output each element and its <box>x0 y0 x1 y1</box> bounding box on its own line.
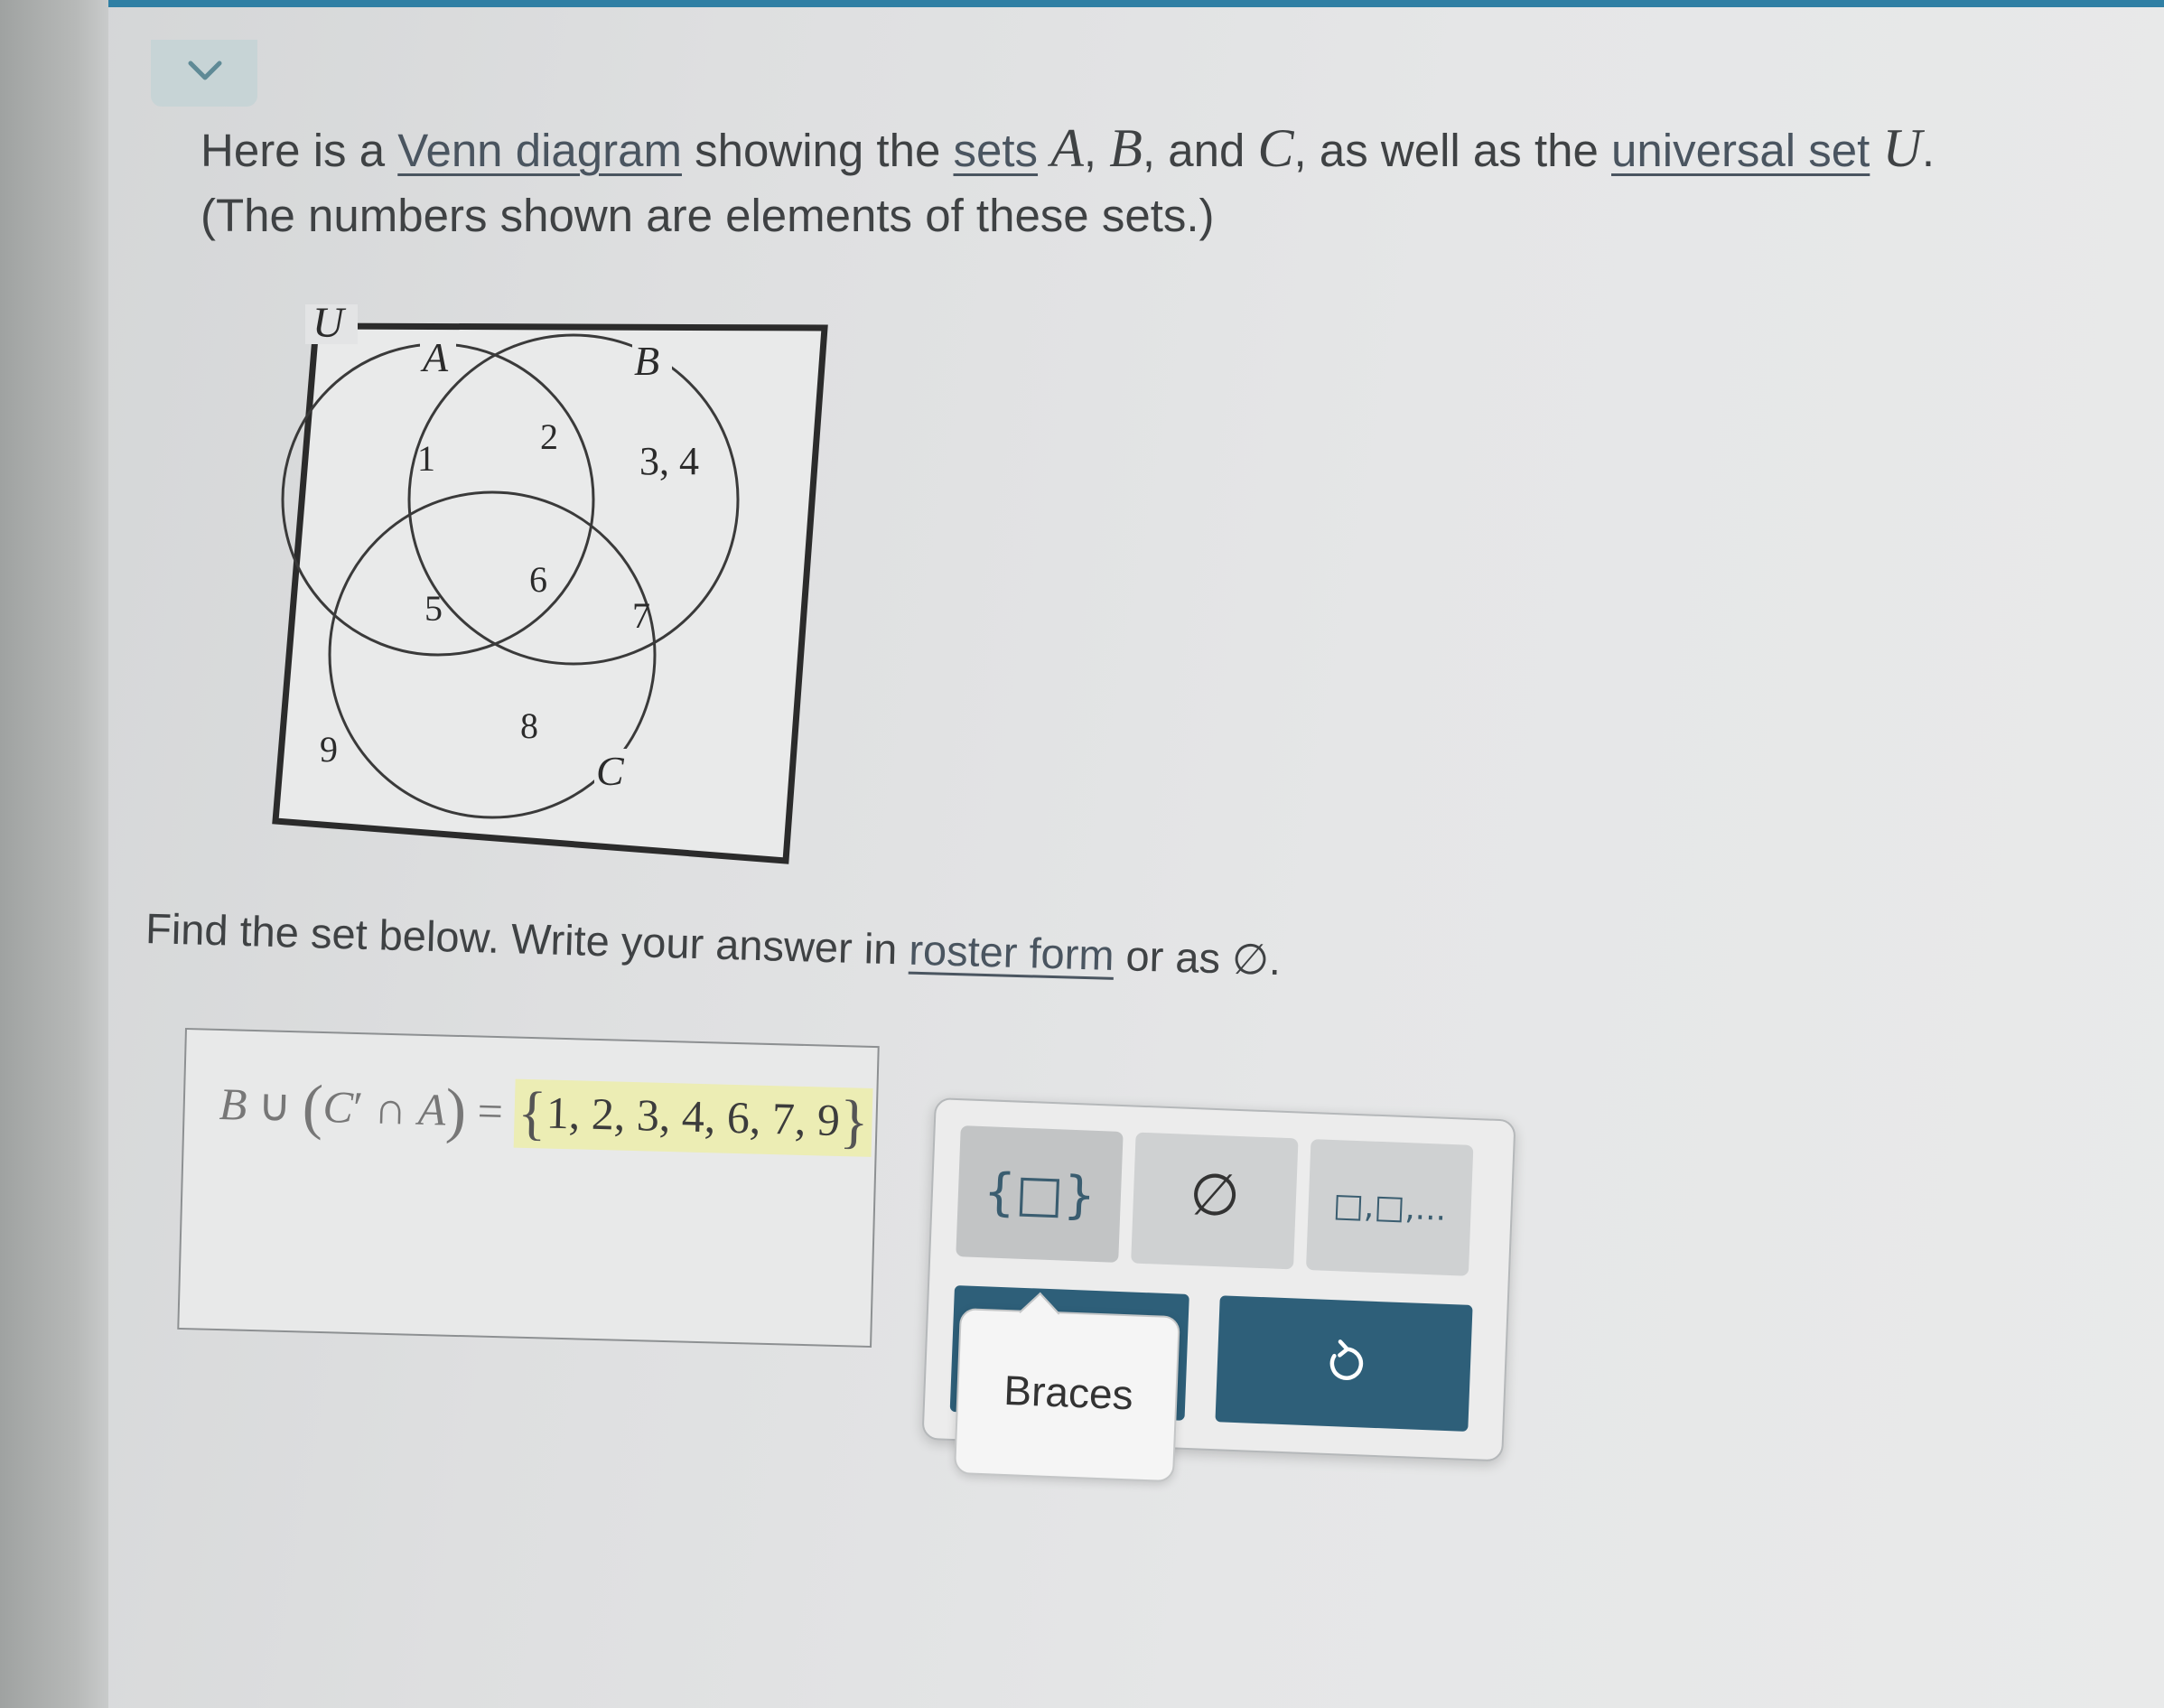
intro-text-3 <box>1038 125 1050 176</box>
roster-form-link[interactable]: roster form <box>909 926 1115 979</box>
intro-line-1: Here is a Venn diagram showing the sets … <box>201 116 1935 183</box>
empty-set-glyph: ∅ <box>1188 1161 1242 1231</box>
empty-set-button[interactable]: ∅ <box>1131 1132 1299 1270</box>
expr-c: C <box>322 1081 354 1133</box>
intro-text-7 <box>1870 125 1882 176</box>
sets-link[interactable]: sets <box>954 125 1039 176</box>
list-glyph: □,□,... <box>1332 1187 1448 1228</box>
question-text-2: or as <box>1113 930 1233 983</box>
empty-set-symbol: ∅ <box>1231 934 1270 984</box>
intro-text-6: , as well as the <box>1293 125 1612 176</box>
element-only-c: 8 <box>520 705 538 746</box>
venn-label-b: B <box>634 338 659 384</box>
braces-tooltip: Braces <box>953 1292 1180 1483</box>
set-expression: B ∪ (C′ ∩ A) = {1, 2, 3, 4, 6, 7, 9} <box>219 1069 873 1157</box>
intro-text-1: Here is a <box>201 125 398 176</box>
tooltip-text: Braces <box>1003 1366 1134 1419</box>
intersect-symbol: ∩ <box>362 1082 419 1134</box>
answer-value: 1, 2, 3, 4, 6, 7, 9 <box>546 1087 841 1146</box>
expr-a: A <box>417 1083 447 1135</box>
intro-text-8: . <box>1921 125 1935 176</box>
universal-set-rectangle <box>272 322 828 864</box>
element-outside: 9 <box>320 729 338 770</box>
set-b-var: B <box>1109 118 1143 178</box>
intro-text-5: , and <box>1142 125 1258 176</box>
undo-button[interactable] <box>1215 1295 1473 1432</box>
venn-label-u: U <box>312 299 347 347</box>
element-a-and-c: 5 <box>424 588 443 629</box>
list-elements-button[interactable]: □,□,... <box>1305 1139 1474 1276</box>
element-a-b-c: 6 <box>529 559 547 600</box>
open-paren: ( <box>301 1071 324 1142</box>
venn-label-a: A <box>420 334 449 380</box>
set-a-var: A <box>1050 118 1084 178</box>
undo-icon <box>1329 1339 1364 1380</box>
universal-set-link[interactable]: universal set <box>1611 125 1870 176</box>
top-accent-bar <box>108 0 2164 7</box>
braces-button[interactable]: {□} <box>956 1125 1124 1263</box>
close-paren: ) <box>444 1075 468 1145</box>
roster-answer-field[interactable]: {1, 2, 3, 4, 6, 7, 9} <box>513 1078 873 1157</box>
set-u-var: U <box>1882 118 1922 178</box>
chevron-down-icon <box>188 61 222 80</box>
intro-text-2: showing the <box>681 125 954 176</box>
venn-diagram: U A B C 1 2 3, 4 6 5 7 8 9 <box>272 299 828 864</box>
question-text-1: Find the set below. Write your answer in <box>145 903 910 974</box>
braces-glyph: {□} <box>982 1162 1097 1226</box>
intro-line-2: (The numbers shown are elements of these… <box>201 190 1215 241</box>
question-text: Find the set below. Write your answer in… <box>145 903 1281 985</box>
answer-input-box[interactable]: B ∪ (C′ ∩ A) = {1, 2, 3, 4, 6, 7, 9} <box>177 1028 880 1349</box>
union-symbol: ∪ <box>246 1078 303 1132</box>
element-a-and-b: 2 <box>540 416 558 457</box>
open-brace: { <box>517 1079 547 1147</box>
element-only-b: 3, 4 <box>639 439 699 483</box>
intro-text-4: , <box>1083 125 1110 176</box>
intro-text: Here is a Venn diagram showing the sets … <box>201 116 1935 248</box>
venn-diagram-link[interactable]: Venn diagram <box>397 125 682 176</box>
equals-sign: = <box>465 1085 516 1137</box>
close-brace: } <box>838 1088 870 1155</box>
venn-label-c: C <box>596 748 625 794</box>
element-only-a: 1 <box>417 438 435 479</box>
question-text-3: . <box>1268 935 1282 985</box>
collapse-button[interactable] <box>151 40 257 107</box>
left-sidebar <box>0 0 108 1708</box>
element-b-and-c: 7 <box>632 595 650 636</box>
set-c-var: C <box>1257 118 1294 178</box>
expr-b: B <box>219 1078 248 1130</box>
